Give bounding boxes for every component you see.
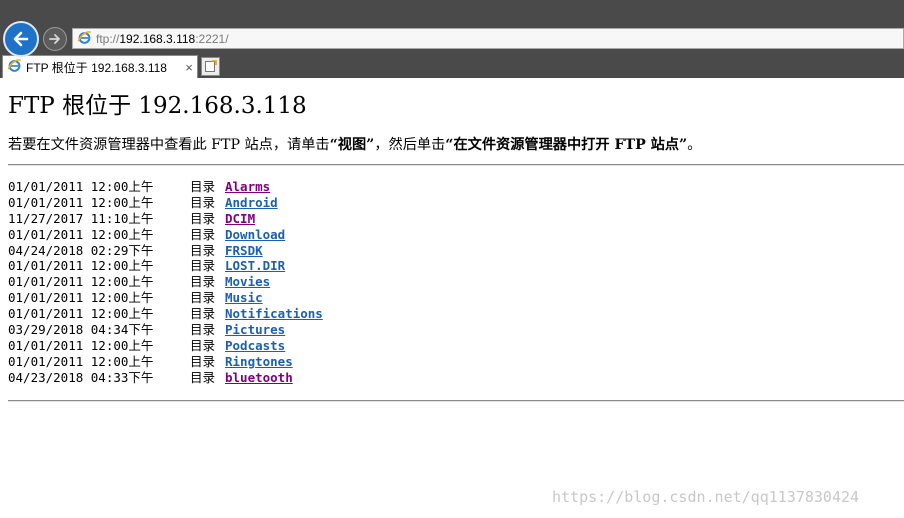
dir-link-music[interactable]: Music [225,290,263,306]
row-kind: 目录 [190,369,216,385]
row-date: 03/29/2018 04:34下午 [8,322,154,338]
page-title: FTP 根位于 192.168.3.118 [8,93,307,119]
listing-row: 01/01/2011 12:00上午 目录 Alarms [8,179,508,195]
row-date: 01/01/2011 12:00上午 [8,337,154,353]
row-kind: 目录 [190,274,216,290]
row-kind: 目录 [190,306,216,322]
row-date: 11/27/2017 11:10上午 [8,210,154,226]
new-tab-icon [205,60,217,72]
row-kind: 目录 [190,258,216,274]
ie-page-icon [7,58,22,76]
listing-row: 01/01/2011 12:00上午 目录 Music [8,290,508,306]
instruction-before: 若要在文件资源管理器中查看此 FTP 站点，请单击 [8,137,330,153]
tab-strip: FTP 根位于 192.168.3.118 × [0,55,904,78]
dir-link-ringtones[interactable]: Ringtones [225,354,293,370]
watermark-text: https://blog.csdn.net/qq1137830424 [552,488,860,506]
listing-row: 01/01/2011 12:00上午 目录 Ringtones [8,354,508,370]
address-scheme: ftp:// [96,31,120,46]
row-date: 01/01/2011 12:00上午 [8,226,154,242]
divider-top [8,164,904,166]
back-button[interactable] [3,21,39,57]
ie-page-icon [77,30,92,48]
row-date: 01/01/2011 12:00上午 [8,194,154,210]
dir-link-frsdk[interactable]: FRSDK [225,243,263,259]
dir-link-dcim[interactable]: DCIM [225,211,255,227]
back-arrow-icon [13,31,29,47]
listing-row: 01/01/2011 12:00上午 目录 Android [8,195,508,211]
dir-link-android[interactable]: Android [225,195,278,211]
listing-row: 11/27/2017 11:10上午 目录 DCIM [8,211,508,227]
close-tab-icon[interactable]: × [181,60,197,75]
row-date: 01/01/2011 12:00上午 [8,290,154,306]
dir-link-lost-dir[interactable]: LOST.DIR [225,258,285,274]
row-kind: 目录 [190,242,216,258]
row-date: 04/24/2018 02:29下午 [8,242,154,258]
row-kind: 目录 [190,322,216,338]
row-kind: 目录 [190,194,216,210]
row-date: 01/01/2011 12:00上午 [8,274,154,290]
row-date: 01/01/2011 12:00上午 [8,258,154,274]
listing-row: 01/01/2011 12:00上午 目录 Notifications [8,306,508,322]
listing-row: 01/01/2011 12:00上午 目录 Podcasts [8,338,508,354]
instruction-view: “视图” [329,137,375,153]
address-bar[interactable]: ftp://192.168.3.118:2221/ [72,28,904,49]
dir-link-pictures[interactable]: Pictures [225,322,285,338]
row-kind: 目录 [190,290,216,306]
dir-link-podcasts[interactable]: Podcasts [225,338,285,354]
forward-arrow-icon [49,34,60,44]
new-tab-button[interactable] [201,57,220,76]
row-date: 04/23/2018 04:33下午 [8,369,154,385]
dir-link-movies[interactable]: Movies [225,274,270,290]
instruction-after: 。 [687,137,702,153]
forward-button[interactable] [43,27,67,51]
listing-row: 01/01/2011 12:00上午 目录 Movies [8,274,508,290]
listing-row: 01/01/2011 12:00上午 目录 LOST.DIR [8,258,508,274]
row-kind: 目录 [190,337,216,353]
dir-link-download[interactable]: Download [225,227,285,243]
listing-row: 04/23/2018 04:33下午 目录 bluetooth [8,370,508,386]
tab-ftp-root[interactable]: FTP 根位于 192.168.3.118 × [2,55,198,78]
instruction-text: 若要在文件资源管理器中查看此 FTP 站点，请单击“视图”，然后单击“在文件资源… [8,134,701,154]
row-kind: 目录 [190,226,216,242]
listing-row: 04/24/2018 02:29下午 目录 FRSDK [8,243,508,259]
directory-listing: 01/01/2011 12:00上午 目录 Alarms 01/01/2011 12… [8,179,508,386]
dir-link-notifications[interactable]: Notifications [225,306,323,322]
row-kind: 目录 [190,210,216,226]
dir-link-bluetooth[interactable]: bluetooth [225,370,293,386]
instruction-middle: ，然后单击 [374,137,446,153]
dir-link-alarms[interactable]: Alarms [225,179,270,195]
tab-title: FTP 根位于 192.168.3.118 [26,60,167,75]
address-port: :2221/ [195,31,229,46]
row-date: 01/01/2011 12:00上午 [8,353,154,369]
row-date: 01/01/2011 12:00上午 [8,179,154,194]
row-kind: 目录 [190,353,216,369]
listing-row: 03/29/2018 04:34下午 目录 Pictures [8,322,508,338]
row-date: 01/01/2011 12:00上午 [8,306,154,322]
divider-bottom [8,400,904,402]
address-host: 192.168.3.118 [119,31,196,46]
listing-row: 01/01/2011 12:00上午 目录 Download [8,227,508,243]
instruction-open: “在文件资源管理器中打开 FTP 站点” [445,137,688,153]
row-kind: 目录 [190,179,216,194]
